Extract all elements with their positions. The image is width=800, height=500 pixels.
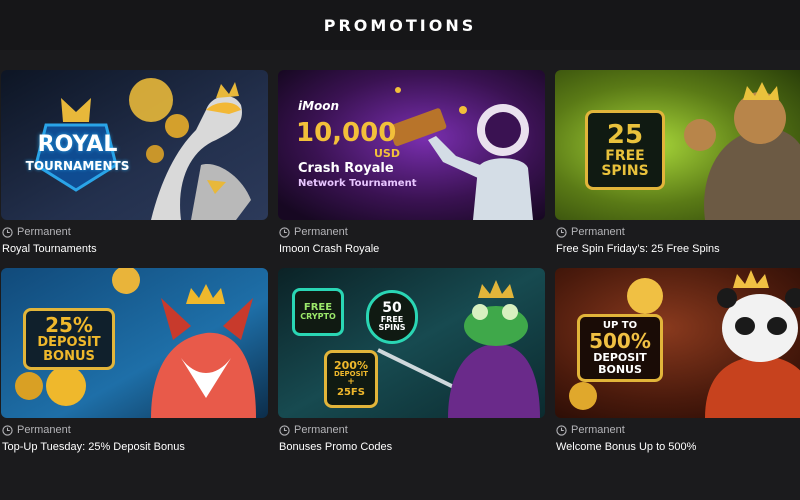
promo-banner[interactable]: iMoon 10,000 USD Crash Royale Network To… [278,70,545,220]
clock-icon [279,226,290,238]
banner-currency: USD [374,147,400,160]
banner-amount: 10,000 [296,118,397,148]
promo-duration: Permanent [279,424,348,436]
promo-duration-label: Permanent [571,424,625,436]
promo-banner[interactable]: 25% DEPOSIT BONUS [1,268,268,418]
banner-offer-box: 25% DEPOSIT BONUS [23,308,115,370]
banner-title-line-1: Crash Royale [298,161,394,176]
promo-duration: Permanent [2,424,71,436]
promo-card-bonuses-promo-codes[interactable]: FREE CRYPTO 50 FREE SPINS 200% DEPOSIT +… [278,268,546,458]
clock-icon [556,226,567,238]
promo-title[interactable]: Free Spin Friday’s: 25 Free Spins [556,243,720,255]
banner-offer-line-2: FREE [605,147,645,164]
promo-title[interactable]: Welcome Bonus Up to 500% [556,441,696,453]
banner-offer-line-3: SPINS [601,162,649,179]
promotions-grid: ROYAL TOURNAMENTS Permanent Royal Tourna… [0,68,800,468]
banner-title-line-2: TOURNAMENTS [25,159,130,173]
promo-duration: Permanent [2,226,71,238]
clock-icon [2,424,13,436]
promo-banner[interactable]: FREE CRYPTO 50 FREE SPINS 200% DEPOSIT +… [278,268,545,418]
promo-duration-label: Permanent [294,424,348,436]
clock-icon [556,424,567,436]
banner-offer-line-3: BONUS [43,348,95,364]
badge-line-4: 25FS [337,386,365,398]
clock-icon [279,424,290,436]
banner-title-line-2: Network Tournament [298,178,417,189]
promo-card-welcome-bonus[interactable]: UP TO 500% DEPOSIT BONUS Permanent Welco… [555,268,800,458]
promo-duration: Permanent [279,226,348,238]
clock-icon [2,226,13,238]
banner-offer-box: UP TO 500% DEPOSIT BONUS [577,314,663,382]
promo-title[interactable]: Bonuses Promo Codes [279,441,392,453]
banner-offer-amount: 500% [589,329,651,354]
banner-title-line-1: ROYAL [37,132,118,157]
banner-badge-deposit: 200% DEPOSIT + 25FS [324,350,378,408]
promo-duration-label: Permanent [294,226,348,238]
promo-title[interactable]: Imoon Crash Royale [279,243,379,255]
promo-card-top-up-tuesday[interactable]: 25% DEPOSIT BONUS Permanent Top-Up Tuesd… [1,268,269,458]
promo-duration-label: Permanent [571,226,625,238]
banner-badge-free-spins: 50 FREE SPINS [366,290,418,344]
banner-offer-box: 25 FREE SPINS [585,110,665,190]
banner-badge-free-crypto: FREE CRYPTO [292,288,344,336]
badge-line-3: SPINS [378,323,406,333]
promo-banner[interactable]: ROYAL TOURNAMENTS [1,70,268,220]
promo-duration: Permanent [556,226,625,238]
promo-duration-label: Permanent [17,226,71,238]
banner-offer-line-4: BONUS [598,362,642,376]
promo-duration: Permanent [556,424,625,436]
promo-card-free-spin-friday[interactable]: 25 FREE SPINS Permanent Free Spin Friday… [555,70,800,260]
banner-brand: iMoon [298,99,340,113]
promo-banner[interactable]: 25 FREE SPINS [555,70,800,220]
promo-title[interactable]: Royal Tournaments [2,243,97,255]
badge-line-1: 50 [382,300,402,317]
badge-line-2: CRYPTO [300,312,336,322]
promo-banner[interactable]: UP TO 500% DEPOSIT BONUS [555,268,800,418]
banner-offer-amount: 25% [45,312,93,337]
page-title: PROMOTIONS [323,15,477,35]
promo-duration-label: Permanent [17,424,71,436]
banner-offer-amount: 25 [606,119,644,150]
promo-card-royal-tournaments[interactable]: ROYAL TOURNAMENTS Permanent Royal Tourna… [1,70,269,260]
banner-offer-line-2: DEPOSIT [37,334,101,350]
page-header: PROMOTIONS [0,0,800,50]
promo-title[interactable]: Top-Up Tuesday: 25% Deposit Bonus [2,441,185,453]
promo-card-imoon-crash-royale[interactable]: iMoon 10,000 USD Crash Royale Network To… [278,70,546,260]
